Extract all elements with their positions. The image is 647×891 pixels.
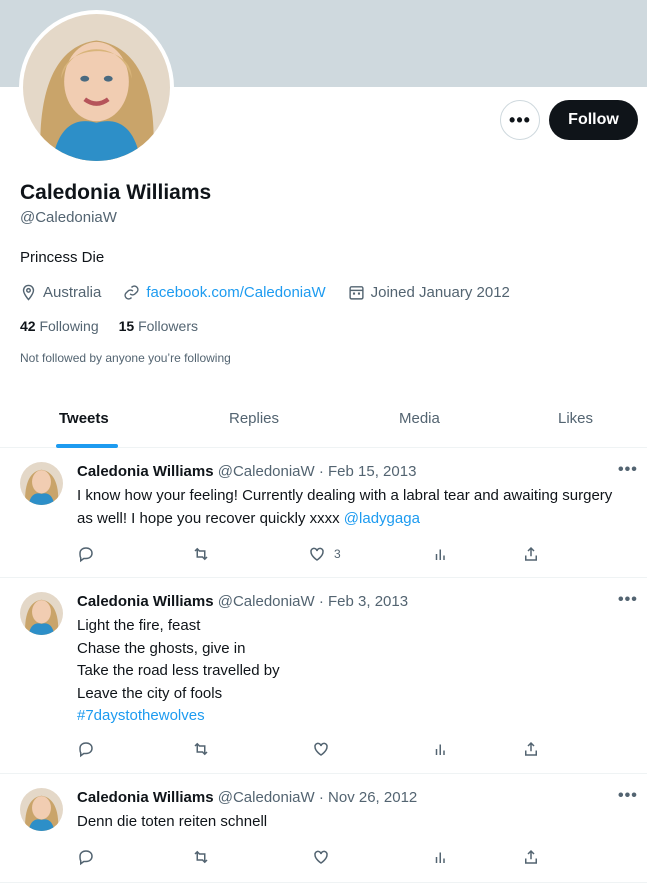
like-button[interactable]: 3 (308, 545, 341, 563)
tweet-actions (77, 740, 547, 760)
tweet-text: I know how your feeling! Currently deali… (77, 487, 613, 527)
tab-media[interactable]: Media (399, 410, 440, 427)
analytics-icon (435, 744, 445, 755)
share-button[interactable] (522, 848, 540, 866)
retweet-button[interactable] (192, 545, 210, 563)
follow-button[interactable]: Follow (549, 100, 638, 140)
retweet-button[interactable] (192, 848, 210, 866)
share-icon (525, 546, 537, 561)
profile-location: Australia (43, 284, 102, 301)
retweet-icon (194, 850, 208, 864)
profile-name: Caledonia Williams (20, 181, 212, 204)
profile-bio: Princess Die (20, 249, 105, 266)
tweet[interactable]: Caledonia Williams @CaledoniaW · Feb 15,… (0, 449, 647, 578)
tweet-actions (77, 848, 547, 868)
tweet-header: Caledonia Williams @CaledoniaW · Feb 3, … (77, 593, 408, 610)
share-button[interactable] (522, 740, 540, 758)
analytics-button[interactable] (432, 740, 450, 758)
profile-avatar[interactable] (19, 10, 174, 165)
tweet-text: Light the fire, feast Chase the ghosts, … (77, 615, 627, 728)
share-button[interactable] (522, 545, 540, 563)
link-icon (124, 285, 139, 300)
tweet-header: Caledonia Williams @CaledoniaW · Feb 15,… (77, 463, 416, 480)
share-icon (525, 849, 537, 864)
active-tab-indicator (56, 444, 118, 448)
profile-meta: Australia facebook.com/CaledoniaW Joined… (20, 284, 510, 301)
reply-icon (79, 850, 93, 866)
tweet-hashtag-link[interactable]: #7daystothewolves (77, 705, 627, 728)
tweet-meta: @CaledoniaW · Nov 26, 2012 (217, 789, 418, 806)
followers-link[interactable]: 15 Followers (119, 318, 198, 334)
tweet-avatar[interactable] (20, 592, 63, 635)
reply-icon (79, 547, 93, 563)
retweet-icon (194, 742, 208, 756)
tweet-more-icon[interactable]: ••• (618, 591, 638, 609)
analytics-button[interactable] (432, 545, 450, 563)
tweet[interactable]: Caledonia Williams @CaledoniaW · Feb 3, … (0, 579, 647, 774)
heart-icon (314, 742, 328, 756)
like-button[interactable] (312, 740, 330, 758)
tweet-actions: 3 (77, 545, 547, 565)
tab-likes[interactable]: Likes (558, 410, 593, 427)
profile-website-link[interactable]: facebook.com/CaledoniaW (146, 284, 325, 301)
analytics-button[interactable] (432, 848, 450, 866)
tab-replies[interactable]: Replies (229, 410, 279, 427)
heart-icon (314, 850, 328, 864)
tweet-author-name[interactable]: Caledonia Williams (77, 593, 214, 610)
tweet[interactable]: Caledonia Williams @CaledoniaW · Nov 26,… (0, 775, 647, 883)
calendar-icon (349, 286, 364, 300)
profile-tabs: Tweets Replies Media Likes (0, 400, 647, 448)
tweet-more-icon[interactable]: ••• (618, 787, 638, 805)
share-icon (525, 741, 537, 756)
tweet-text: Denn die toten reiten schnell (77, 813, 268, 830)
tweet-more-icon[interactable]: ••• (618, 461, 638, 479)
analytics-icon (435, 549, 445, 560)
tweet-header: Caledonia Williams @CaledoniaW · Nov 26,… (77, 789, 417, 806)
following-link[interactable]: 42 Following (20, 318, 99, 334)
reply-button[interactable] (77, 848, 95, 866)
tweet-meta: @CaledoniaW · Feb 15, 2013 (217, 463, 417, 480)
location-pin-icon (22, 284, 35, 301)
profile-handle: @CaledoniaW (20, 209, 117, 226)
tweet-mention-link[interactable]: @ladygaga (344, 510, 420, 527)
tweet-avatar[interactable] (20, 788, 63, 831)
profile-stats: 42 Following 15 Followers (20, 318, 198, 334)
heart-icon (310, 547, 324, 561)
reply-icon (79, 742, 93, 758)
tweet-avatar[interactable] (20, 462, 63, 505)
tweet-meta: @CaledoniaW · Feb 3, 2013 (217, 593, 409, 610)
like-button[interactable] (312, 848, 330, 866)
profile-joined: Joined January 2012 (370, 284, 510, 301)
reply-button[interactable] (77, 740, 95, 758)
not-followed-notice: Not followed by anyone you’re following (20, 351, 231, 365)
reply-button[interactable] (77, 545, 95, 563)
more-options-button[interactable]: ••• (500, 100, 540, 140)
retweet-button[interactable] (192, 740, 210, 758)
tweet-author-name[interactable]: Caledonia Williams (77, 463, 214, 480)
tab-tweets[interactable]: Tweets (59, 410, 109, 427)
like-count: 3 (334, 547, 341, 561)
retweet-icon (194, 547, 208, 561)
tweet-author-name[interactable]: Caledonia Williams (77, 789, 214, 806)
analytics-icon (435, 852, 445, 863)
